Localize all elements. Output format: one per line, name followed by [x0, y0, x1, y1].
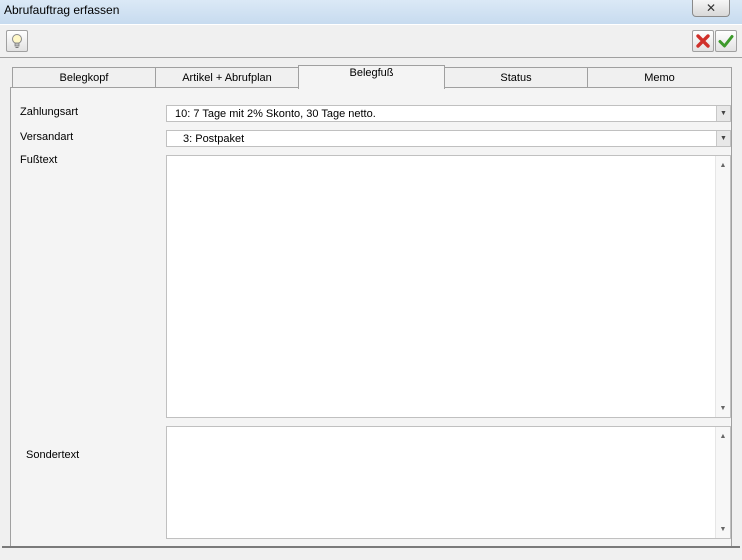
tab-artikel-abrufplan[interactable]: Artikel + Abrufplan — [155, 67, 299, 87]
scroll-up-icon[interactable]: ▲ — [716, 429, 730, 443]
green-check-icon — [718, 35, 734, 48]
versandart-value: 3: Postpaket — [183, 133, 245, 145]
help-button[interactable] — [6, 30, 28, 52]
tab-label: Artikel + Abrufplan — [182, 71, 272, 84]
title-bar: Abrufauftrag erfassen ✕ — [0, 0, 742, 24]
fusstext-textarea[interactable]: ▲ ▼ — [166, 155, 731, 418]
red-x-icon — [696, 34, 710, 48]
close-icon: ✕ — [705, 1, 717, 15]
tab-label: Memo — [644, 71, 675, 84]
versandart-label: Versandart — [20, 131, 74, 143]
fusstext-label: Fußtext — [20, 154, 58, 166]
cancel-button[interactable] — [692, 30, 714, 52]
tab-label: Status — [500, 71, 532, 84]
tab-memo[interactable]: Memo — [587, 67, 732, 87]
sondertext-scrollbar[interactable]: ▲ ▼ — [715, 427, 730, 538]
tab-label: Belegfuß — [349, 66, 394, 79]
toolbar — [0, 24, 742, 58]
scroll-up-icon[interactable]: ▲ — [716, 158, 730, 172]
zahlungsart-label: Zahlungsart — [20, 106, 79, 118]
bottom-border — [2, 546, 740, 548]
chevron-down-icon[interactable]: ▼ — [716, 106, 730, 121]
scroll-down-icon[interactable]: ▼ — [716, 401, 730, 415]
lightbulb-icon — [12, 34, 22, 48]
chevron-down-icon[interactable]: ▼ — [716, 131, 730, 146]
tab-label: Belegkopf — [59, 71, 109, 84]
zahlungsart-select[interactable]: 10: 7 Tage mit 2% Skonto, 30 Tage netto.… — [166, 105, 731, 122]
scroll-down-icon[interactable]: ▼ — [716, 522, 730, 536]
tab-status[interactable]: Status — [444, 67, 588, 87]
close-button[interactable]: ✕ — [692, 0, 730, 17]
tab-belegkopf[interactable]: Belegkopf — [12, 67, 156, 87]
sondertext-label: Sondertext — [26, 449, 80, 461]
zahlungsart-value: 10: 7 Tage mit 2% Skonto, 30 Tage netto. — [175, 108, 376, 120]
fusstext-scrollbar[interactable]: ▲ ▼ — [715, 156, 730, 417]
versandart-select[interactable]: 3: Postpaket ▼ — [166, 130, 731, 147]
window-title: Abrufauftrag erfassen — [4, 3, 120, 17]
sondertext-textarea[interactable]: ▲ ▼ — [166, 426, 731, 539]
tab-belegfuss[interactable]: Belegfuß — [298, 65, 445, 89]
ok-button[interactable] — [715, 30, 737, 52]
